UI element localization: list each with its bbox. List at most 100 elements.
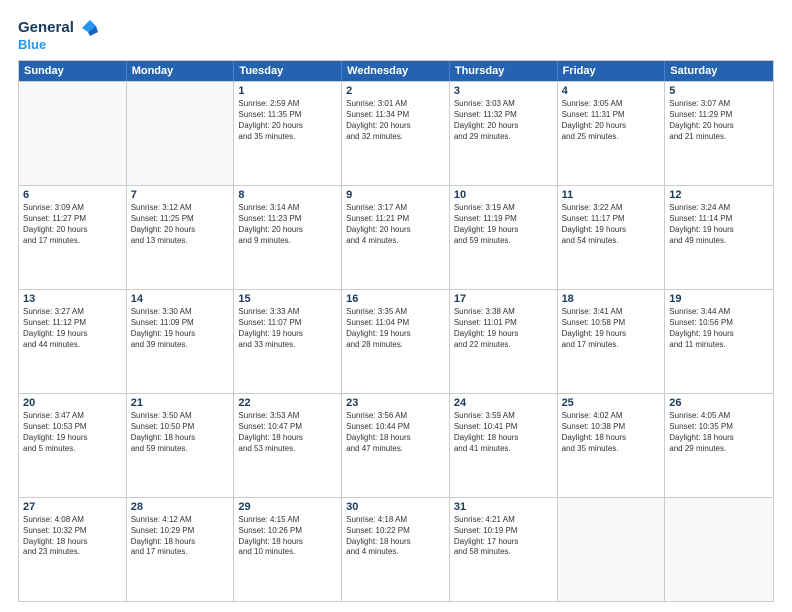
day-info: Sunrise: 3:50 AM Sunset: 10:50 PM Daylig… <box>131 411 230 454</box>
day-number: 29 <box>238 501 337 513</box>
calendar-body: 1 Sunrise: 2:59 AM Sunset: 11:35 PM Dayli… <box>19 81 773 601</box>
day-number: 20 <box>23 397 122 409</box>
day-cell-16: 16 Sunrise: 3:35 AM Sunset: 11:04 PM Dayl… <box>342 290 450 393</box>
day-info: Sunrise: 4:05 AM Sunset: 10:35 PM Daylig… <box>669 411 769 454</box>
day-info: Sunrise: 3:38 AM Sunset: 11:01 PM Daylig… <box>454 307 553 350</box>
weekday-header-sunday: Sunday <box>19 61 127 81</box>
day-number: 5 <box>669 85 769 97</box>
day-number: 25 <box>562 397 661 409</box>
day-cell-18: 18 Sunrise: 3:41 AM Sunset: 10:58 PM Dayl… <box>558 290 666 393</box>
day-info: Sunrise: 3:14 AM Sunset: 11:23 PM Daylig… <box>238 203 337 246</box>
day-info: Sunrise: 4:21 AM Sunset: 10:19 PM Daylig… <box>454 515 553 558</box>
day-info: Sunrise: 4:12 AM Sunset: 10:29 PM Daylig… <box>131 515 230 558</box>
day-number: 19 <box>669 293 769 305</box>
empty-cell <box>127 82 235 185</box>
day-cell-27: 27 Sunrise: 4:08 AM Sunset: 10:32 PM Dayl… <box>19 498 127 601</box>
day-info: Sunrise: 3:41 AM Sunset: 10:58 PM Daylig… <box>562 307 661 350</box>
day-number: 12 <box>669 189 769 201</box>
day-cell-31: 31Sunrise: 4:21 AM Sunset: 10:19 PM Dayl… <box>450 498 558 601</box>
day-number: 6 <box>23 189 122 201</box>
day-cell-26: 26 Sunrise: 4:05 AM Sunset: 10:35 PM Dayl… <box>665 394 773 497</box>
day-cell-5: 5Sunrise: 3:07 AM Sunset: 11:29 PM Dayli… <box>665 82 773 185</box>
day-number: 15 <box>238 293 337 305</box>
day-cell-9: 9Sunrise: 3:17 AM Sunset: 11:21 PM Dayli… <box>342 186 450 289</box>
empty-cell <box>19 82 127 185</box>
day-cell-17: 17 Sunrise: 3:38 AM Sunset: 11:01 PM Dayl… <box>450 290 558 393</box>
day-cell-10: 10 Sunrise: 3:19 AM Sunset: 11:19 PM Dayl… <box>450 186 558 289</box>
day-number: 11 <box>562 189 661 201</box>
day-info: Sunrise: 3:12 AM Sunset: 11:25 PM Daylig… <box>131 203 230 246</box>
day-number: 2 <box>346 85 445 97</box>
day-cell-11: 11Sunrise: 3:22 AM Sunset: 11:17 PM Dayl… <box>558 186 666 289</box>
day-cell-4: 4Sunrise: 3:05 AM Sunset: 11:31 PM Dayli… <box>558 82 666 185</box>
day-info: Sunrise: 4:18 AM Sunset: 10:22 PM Daylig… <box>346 515 445 558</box>
day-number: 18 <box>562 293 661 305</box>
day-number: 23 <box>346 397 445 409</box>
day-cell-8: 8Sunrise: 3:14 AM Sunset: 11:23 PM Dayli… <box>234 186 342 289</box>
weekday-header-saturday: Saturday <box>665 61 773 81</box>
day-cell-12: 12Sunrise: 3:24 AM Sunset: 11:14 PM Dayl… <box>665 186 773 289</box>
day-number: 9 <box>346 189 445 201</box>
day-info: Sunrise: 3:19 AM Sunset: 11:19 PM Daylig… <box>454 203 553 246</box>
week-row-3: 13 Sunrise: 3:27 AM Sunset: 11:12 PM Dayl… <box>19 289 773 393</box>
day-cell-13: 13 Sunrise: 3:27 AM Sunset: 11:12 PM Dayl… <box>19 290 127 393</box>
header: General Blue <box>18 18 774 52</box>
day-info: Sunrise: 3:30 AM Sunset: 11:09 PM Daylig… <box>131 307 230 350</box>
week-row-4: 20 Sunrise: 3:47 AM Sunset: 10:53 PM Dayl… <box>19 393 773 497</box>
weekday-header-monday: Monday <box>127 61 235 81</box>
day-cell-14: 14 Sunrise: 3:30 AM Sunset: 11:09 PM Dayl… <box>127 290 235 393</box>
day-info: Sunrise: 3:05 AM Sunset: 11:31 PM Daylig… <box>562 99 661 142</box>
day-cell-7: 7 Sunrise: 3:12 AM Sunset: 11:25 PM Dayli… <box>127 186 235 289</box>
day-number: 1 <box>238 85 337 97</box>
calendar: SundayMondayTuesdayWednesdayThursdayFrid… <box>18 60 774 602</box>
weekday-header-tuesday: Tuesday <box>234 61 342 81</box>
day-cell-23: 23 Sunrise: 3:56 AM Sunset: 10:44 PM Dayl… <box>342 394 450 497</box>
day-cell-24: 24 Sunrise: 3:59 AM Sunset: 10:41 PM Dayl… <box>450 394 558 497</box>
day-info: Sunrise: 3:01 AM Sunset: 11:34 PM Daylig… <box>346 99 445 142</box>
day-number: 27 <box>23 501 122 513</box>
day-cell-15: 15 Sunrise: 3:33 AM Sunset: 11:07 PM Dayl… <box>234 290 342 393</box>
day-number: 13 <box>23 293 122 305</box>
logo: General Blue <box>18 18 98 52</box>
weekday-header-wednesday: Wednesday <box>342 61 450 81</box>
day-cell-20: 20 Sunrise: 3:47 AM Sunset: 10:53 PM Dayl… <box>19 394 127 497</box>
day-number: 28 <box>131 501 230 513</box>
day-info: Sunrise: 4:15 AM Sunset: 10:26 PM Daylig… <box>238 515 337 558</box>
day-number: 21 <box>131 397 230 409</box>
day-cell-1: 1 Sunrise: 2:59 AM Sunset: 11:35 PM Dayli… <box>234 82 342 185</box>
day-cell-29: 29 Sunrise: 4:15 AM Sunset: 10:26 PM Dayl… <box>234 498 342 601</box>
day-cell-30: 30 Sunrise: 4:18 AM Sunset: 10:22 PM Dayl… <box>342 498 450 601</box>
day-info: Sunrise: 3:27 AM Sunset: 11:12 PM Daylig… <box>23 307 122 350</box>
day-number: 16 <box>346 293 445 305</box>
day-info: Sunrise: 3:33 AM Sunset: 11:07 PM Daylig… <box>238 307 337 350</box>
day-info: Sunrise: 3:59 AM Sunset: 10:41 PM Daylig… <box>454 411 553 454</box>
calendar-header: SundayMondayTuesdayWednesdayThursdayFrid… <box>19 61 773 81</box>
day-number: 7 <box>131 189 230 201</box>
week-row-1: 1 Sunrise: 2:59 AM Sunset: 11:35 PM Dayli… <box>19 81 773 185</box>
page: General Blue SundayMondayTuesdayWednesda… <box>0 0 792 612</box>
day-info: Sunrise: 3:56 AM Sunset: 10:44 PM Daylig… <box>346 411 445 454</box>
day-number: 22 <box>238 397 337 409</box>
day-cell-19: 19Sunrise: 3:44 AM Sunset: 10:56 PM Dayl… <box>665 290 773 393</box>
day-number: 14 <box>131 293 230 305</box>
day-cell-2: 2 Sunrise: 3:01 AM Sunset: 11:34 PM Dayli… <box>342 82 450 185</box>
day-number: 24 <box>454 397 553 409</box>
day-cell-22: 22Sunrise: 3:53 AM Sunset: 10:47 PM Dayl… <box>234 394 342 497</box>
day-number: 10 <box>454 189 553 201</box>
week-row-2: 6Sunrise: 3:09 AM Sunset: 11:27 PM Dayli… <box>19 185 773 289</box>
day-number: 26 <box>669 397 769 409</box>
day-info: Sunrise: 3:35 AM Sunset: 11:04 PM Daylig… <box>346 307 445 350</box>
empty-cell <box>558 498 666 601</box>
day-number: 30 <box>346 501 445 513</box>
logo-text: General <box>18 20 74 37</box>
day-cell-21: 21 Sunrise: 3:50 AM Sunset: 10:50 PM Dayl… <box>127 394 235 497</box>
day-info: Sunrise: 2:59 AM Sunset: 11:35 PM Daylig… <box>238 99 337 142</box>
day-cell-28: 28 Sunrise: 4:12 AM Sunset: 10:29 PM Dayl… <box>127 498 235 601</box>
empty-cell <box>665 498 773 601</box>
logo-bird-icon <box>76 18 98 38</box>
day-info: Sunrise: 3:03 AM Sunset: 11:32 PM Daylig… <box>454 99 553 142</box>
day-number: 17 <box>454 293 553 305</box>
day-info: Sunrise: 4:08 AM Sunset: 10:32 PM Daylig… <box>23 515 122 558</box>
day-info: Sunrise: 3:47 AM Sunset: 10:53 PM Daylig… <box>23 411 122 454</box>
weekday-header-friday: Friday <box>558 61 666 81</box>
